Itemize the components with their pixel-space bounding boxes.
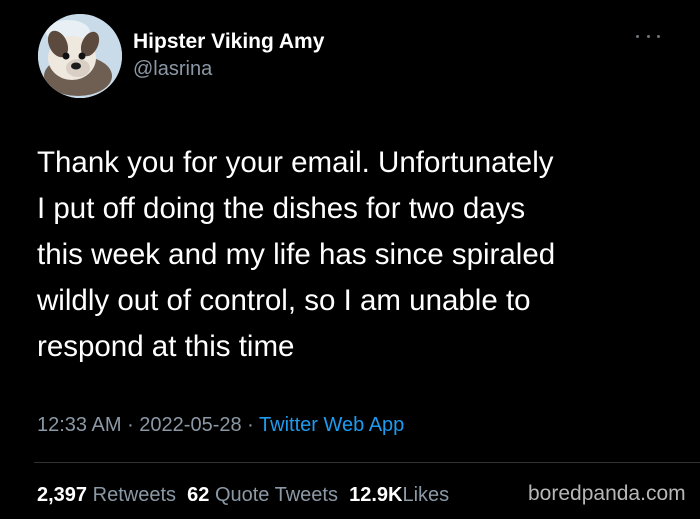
author-handle[interactable]: @lasrina	[133, 58, 212, 81]
quote-tweets-count: 62	[187, 484, 210, 506]
more-dot	[636, 34, 639, 38]
tweet-line: I put off doing the dishes for two days	[37, 192, 526, 225]
tweet-line: respond at this time	[37, 330, 295, 363]
retweets-stat[interactable]: 2,397 Retweets	[37, 484, 176, 506]
more-dot	[646, 34, 650, 38]
quote-tweets-label: Quote Tweets	[214, 484, 338, 506]
meta-separator: ·	[121, 414, 140, 436]
watermark: boredpanda.com	[528, 482, 686, 505]
dog-avatar-icon[interactable]	[38, 14, 122, 98]
meta-separator: ·	[241, 414, 260, 436]
tweet-date[interactable]: 2022-05-28	[139, 414, 241, 436]
likes-label: Likes	[402, 484, 450, 506]
quote-tweets-stat[interactable]: 62 Quote Tweets	[187, 484, 338, 506]
likes-count: 12.9K	[349, 484, 403, 506]
retweets-label: Retweets	[92, 484, 176, 506]
divider	[34, 462, 700, 463]
tweet-source-link[interactable]: Twitter Web App	[259, 414, 404, 436]
tweet-line: Thank you for your email. Unfortunately	[37, 146, 554, 179]
tweet-time[interactable]: 12:33 AM	[37, 414, 122, 436]
retweets-count: 2,397	[37, 484, 88, 506]
tweet-stats: 2,397 Retweets 62 Quote Tweets 12.9KLike…	[37, 484, 449, 507]
tweet-line: wildly out of control, so I am unable to	[37, 284, 531, 317]
more-dot	[657, 34, 660, 38]
tweet-meta: 12:33 AM · 2022-05-28 · Twitter Web App	[37, 414, 404, 437]
author-display-name[interactable]: Hipster Viking Amy	[133, 30, 324, 54]
more-options-icon[interactable]	[636, 30, 660, 42]
tweet-line: this week and my life has since spiraled	[37, 238, 556, 271]
likes-stat[interactable]: 12.9KLikes	[349, 484, 449, 506]
tweet-text: Thank you for your email. Unfortunately …	[37, 140, 677, 370]
